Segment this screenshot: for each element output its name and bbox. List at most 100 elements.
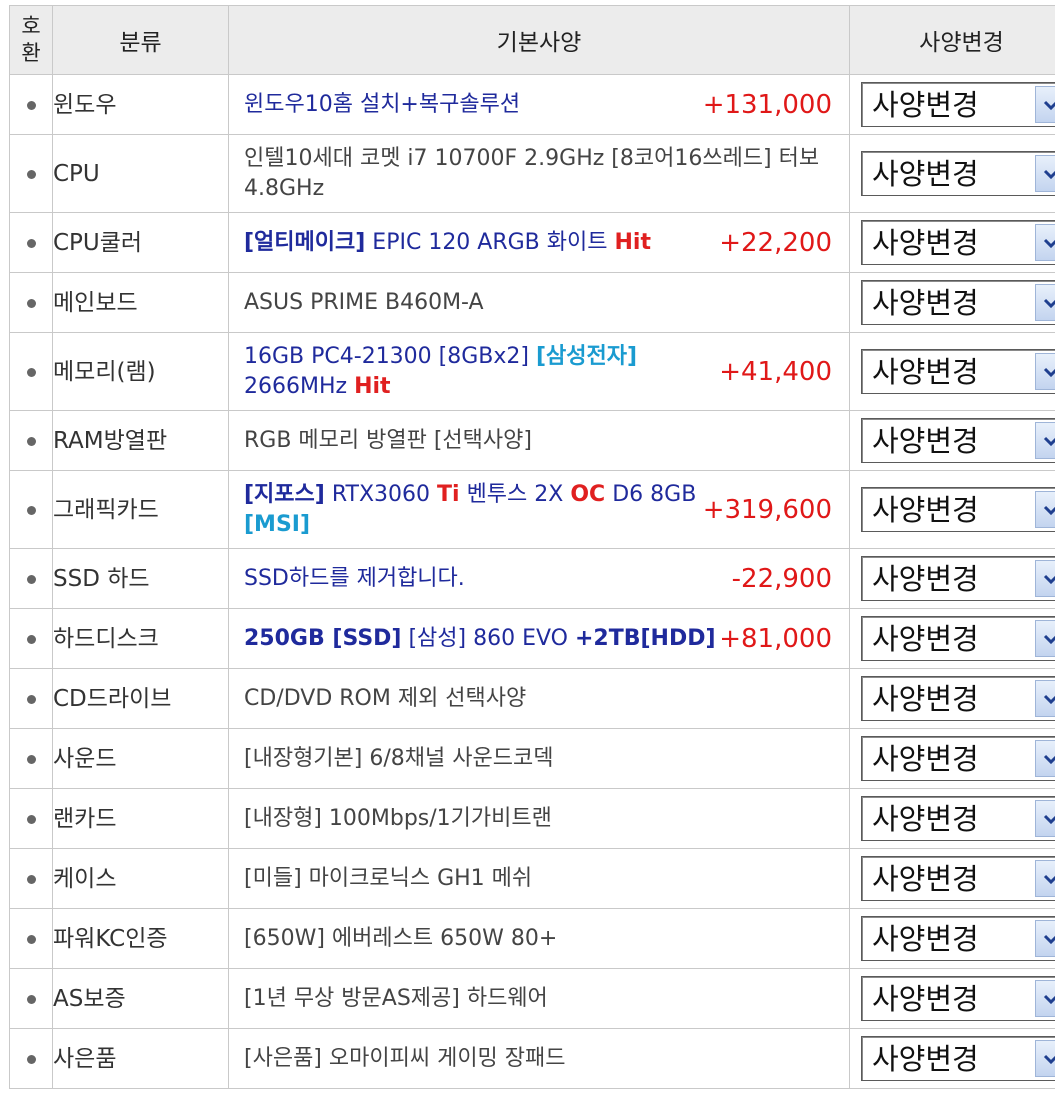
row-change: 사양변경 bbox=[849, 134, 1055, 213]
spec-change-select[interactable]: 사양변경 bbox=[861, 976, 1055, 1021]
spec-change-select[interactable]: 사양변경 bbox=[861, 82, 1055, 127]
spec-text: 인텔10세대 코멧 i7 10700F 2.9GHz [8코어16쓰레드] 터보… bbox=[244, 145, 820, 201]
chevron-down-icon[interactable] bbox=[1035, 620, 1055, 657]
spec-change-select[interactable]: 사양변경 bbox=[861, 616, 1055, 661]
spec-row-gift: 사은품 [사은품] 오마이피씨 게이밍 장패드 사양변경 bbox=[9, 1028, 1055, 1089]
chevron-down-icon[interactable] bbox=[1035, 680, 1055, 717]
row-bullet bbox=[9, 74, 53, 135]
row-bullet bbox=[9, 272, 53, 333]
select-label: 사양변경 bbox=[872, 424, 979, 458]
select-label: 사양변경 bbox=[872, 493, 979, 527]
header-number-line1: 호 bbox=[21, 14, 41, 38]
chevron-down-icon[interactable] bbox=[1035, 284, 1055, 321]
price-delta: +319,600 bbox=[702, 494, 832, 525]
row-bullet bbox=[9, 968, 53, 1029]
price-delta: +81,000 bbox=[719, 623, 832, 654]
spec-row-sound: 사운드 [내장형기본] 6/8채널 사운드코덱 사양변경 bbox=[9, 728, 1055, 789]
row-bullet bbox=[9, 908, 53, 969]
row-bullet bbox=[9, 212, 53, 273]
spec-change-select[interactable]: 사양변경 bbox=[861, 736, 1055, 781]
spec-speed: 2666MHz bbox=[244, 373, 355, 399]
row-spec: ASUS PRIME B460M-A bbox=[228, 272, 850, 333]
bullet-dot-icon bbox=[26, 815, 36, 824]
row-category: 윈도우 bbox=[52, 74, 229, 135]
price-delta: +22,200 bbox=[719, 227, 832, 258]
row-bullet bbox=[9, 332, 53, 411]
chevron-down-icon[interactable] bbox=[1035, 224, 1055, 261]
spec-change-select[interactable]: 사양변경 bbox=[861, 220, 1055, 265]
row-category: 케이스 bbox=[52, 848, 229, 909]
chevron-down-icon[interactable] bbox=[1035, 155, 1055, 192]
spec-model: 16GB PC4-21300 [8GBx2] bbox=[244, 343, 536, 369]
spec-table: 호환 분류 기본사양 사양변경 윈도우 윈도우10홈 설치+복구솔루션 +131,… bbox=[9, 5, 1055, 1089]
row-spec: RGB 메모리 방열판 [선택사양] bbox=[228, 410, 850, 471]
chevron-down-icon[interactable] bbox=[1035, 491, 1055, 528]
row-bullet bbox=[9, 608, 53, 669]
select-label: 사양변경 bbox=[872, 1042, 979, 1076]
header-number: 호환 bbox=[9, 5, 53, 75]
select-label: 사양변경 bbox=[872, 157, 979, 191]
bullet-dot-icon bbox=[26, 635, 36, 644]
spec-row-cd-drive: CD드라이브 CD/DVD ROM 제외 선택사양 사양변경 bbox=[9, 668, 1055, 729]
chevron-down-icon[interactable] bbox=[1035, 86, 1055, 123]
spec-text: [사은품] 오마이피씨 게이밍 장패드 bbox=[244, 1045, 566, 1071]
spec-change-select[interactable]: 사양변경 bbox=[861, 676, 1055, 721]
price-delta: +131,000 bbox=[702, 89, 832, 120]
spec-change-select[interactable]: 사양변경 bbox=[861, 856, 1055, 901]
row-spec: 인텔10세대 코멧 i7 10700F 2.9GHz [8코어16쓰레드] 터보… bbox=[228, 134, 850, 213]
spec-change-select[interactable]: 사양변경 bbox=[861, 796, 1055, 841]
row-bullet bbox=[9, 788, 53, 849]
spec-text: [1년 무상 방문AS제공] 하드웨어 bbox=[244, 985, 548, 1011]
row-change: 사양변경 bbox=[849, 608, 1055, 669]
row-bullet bbox=[9, 134, 53, 213]
row-change: 사양변경 bbox=[849, 470, 1055, 549]
chevron-down-icon[interactable] bbox=[1035, 980, 1055, 1017]
row-spec: CD/DVD ROM 제외 선택사양 bbox=[228, 668, 850, 729]
spec-row-power: 파워KC인증 [650W] 에버레스트 650W 80+ 사양변경 bbox=[9, 908, 1055, 969]
spec-brand: [지포스] bbox=[244, 481, 325, 507]
chevron-down-icon[interactable] bbox=[1035, 1040, 1055, 1077]
chevron-down-icon[interactable] bbox=[1035, 800, 1055, 837]
header-change: 사양변경 bbox=[849, 5, 1055, 75]
spec-row-memory: 메모리(램) 16GB PC4-21300 [8GBx2] [삼성전자] 266… bbox=[9, 332, 1055, 411]
row-category: 사운드 bbox=[52, 728, 229, 789]
spec-change-select[interactable]: 사양변경 bbox=[861, 916, 1055, 961]
row-change: 사양변경 bbox=[849, 968, 1055, 1029]
row-category: 랜카드 bbox=[52, 788, 229, 849]
row-category: 그래픽카드 bbox=[52, 470, 229, 549]
spec-model: [삼성] 860 EVO bbox=[401, 625, 575, 651]
spec-highlight: OC bbox=[570, 481, 606, 507]
spec-row-ram-heatsink: RAM방열판 RGB 메모리 방열판 [선택사양] 사양변경 bbox=[9, 410, 1055, 471]
chevron-down-icon[interactable] bbox=[1035, 860, 1055, 897]
spec-change-select[interactable]: 사양변경 bbox=[861, 349, 1055, 394]
row-change: 사양변경 bbox=[849, 848, 1055, 909]
chevron-down-icon[interactable] bbox=[1035, 422, 1055, 459]
row-category: 사은품 bbox=[52, 1028, 229, 1089]
spec-change-select[interactable]: 사양변경 bbox=[861, 556, 1055, 601]
row-change: 사양변경 bbox=[849, 728, 1055, 789]
spec-change-select[interactable]: 사양변경 bbox=[861, 487, 1055, 532]
price-delta: +41,400 bbox=[719, 356, 832, 387]
spec-change-select[interactable]: 사양변경 bbox=[861, 1036, 1055, 1081]
chevron-down-icon[interactable] bbox=[1035, 740, 1055, 777]
row-bullet bbox=[9, 470, 53, 549]
select-label: 사양변경 bbox=[872, 862, 979, 896]
chevron-down-icon[interactable] bbox=[1035, 353, 1055, 390]
bullet-dot-icon bbox=[26, 239, 36, 248]
spec-change-select[interactable]: 사양변경 bbox=[861, 418, 1055, 463]
spec-change-select[interactable]: 사양변경 bbox=[861, 151, 1055, 196]
row-change: 사양변경 bbox=[849, 272, 1055, 333]
row-bullet bbox=[9, 548, 53, 609]
spec-text: RGB 메모리 방열판 [선택사양] bbox=[244, 427, 532, 453]
row-spec: [미들] 마이크로닉스 GH1 메쉬 bbox=[228, 848, 850, 909]
header-number-line2: 환 bbox=[21, 41, 41, 65]
bullet-dot-icon bbox=[26, 995, 36, 1004]
bullet-dot-icon bbox=[26, 299, 36, 308]
chevron-down-icon[interactable] bbox=[1035, 560, 1055, 597]
select-label: 사양변경 bbox=[872, 286, 979, 320]
spec-change-select[interactable]: 사양변경 bbox=[861, 280, 1055, 325]
select-label: 사양변경 bbox=[872, 922, 979, 956]
chevron-down-icon[interactable] bbox=[1035, 920, 1055, 957]
row-spec: [얼티메이크] EPIC 120 ARGB 화이트 Hit +22,200 bbox=[228, 212, 850, 273]
bullet-dot-icon bbox=[26, 575, 36, 584]
